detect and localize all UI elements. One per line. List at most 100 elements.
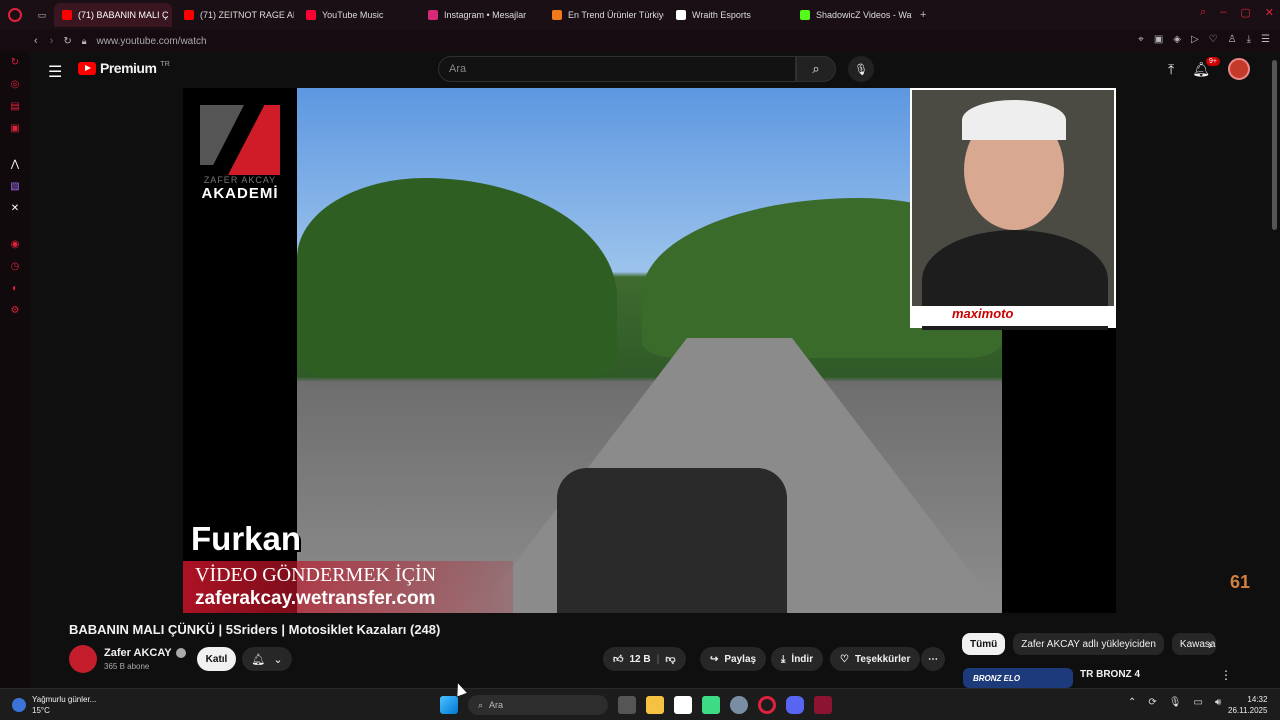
- browser-tab-bar: ▭ (71) BABANIN MALI Ç (71) ZEITNOT RAGE A…: [0, 0, 1280, 30]
- motorcycle-dash: [557, 468, 787, 613]
- create-icon[interactable]: ⤒: [1168, 61, 1174, 78]
- voice-search-button[interactable]: 🎙︎: [848, 56, 874, 82]
- pinboard-icon[interactable]: ◐: [9, 282, 21, 294]
- chevron-up-icon[interactable]: ⌃: [1128, 697, 1136, 708]
- tab-label: (71) BABANIN MALI Ç: [78, 10, 169, 20]
- youtube-play-icon: [78, 61, 96, 75]
- channel-avatar[interactable]: [69, 645, 97, 673]
- settings-icon[interactable]: ⚙: [9, 304, 21, 316]
- page-scrollbar[interactable]: [1272, 60, 1277, 230]
- thumbs-up-icon: 👍︎: [613, 654, 624, 665]
- pin-icon[interactable]: ⌖: [1138, 34, 1144, 45]
- taskbar-search[interactable]: ⌕ Ara: [468, 695, 608, 715]
- notification-badge: 9+: [1206, 56, 1220, 66]
- steam-icon[interactable]: [730, 696, 748, 714]
- download-button[interactable]: ⤓ İndir: [771, 647, 824, 671]
- overlay-line2: zaferakcay.wetransfer.com: [195, 588, 436, 609]
- maximize-icon[interactable]: ▢: [1240, 6, 1250, 19]
- separator-icon: [9, 144, 21, 148]
- forward-icon[interactable]: ›: [50, 35, 54, 47]
- mic-icon: 🎙︎: [854, 63, 868, 76]
- search-tabs-icon[interactable]: ⌕: [1200, 6, 1206, 19]
- system-tray: ⌃ ⟳ 🎙︎ ▭ 🔊︎: [1128, 697, 1221, 708]
- twitch-icon[interactable]: ▧: [9, 180, 21, 192]
- shield-icon[interactable]: ◈: [1173, 34, 1181, 45]
- new-tab-icon[interactable]: +: [920, 9, 926, 21]
- youtube-logo[interactable]: Premium TR: [78, 60, 170, 76]
- account-avatar[interactable]: [1228, 58, 1250, 80]
- whatsapp-icon[interactable]: ▣: [9, 122, 21, 134]
- weather-widget[interactable]: Yağmurlu günler... 15°C: [12, 694, 96, 716]
- recommended-thumbnail[interactable]: BRONZ ELO: [963, 668, 1073, 688]
- browser-tab[interactable]: YouTube Music: [298, 3, 416, 27]
- screenshot-icon[interactable]: ▣: [1154, 34, 1163, 45]
- file-explorer-icon[interactable]: [646, 696, 664, 714]
- notifications-button[interactable]: 🔔︎ 9+: [1192, 56, 1220, 78]
- bell-icon: 🔔︎: [251, 653, 266, 666]
- easy-setup-icon[interactable]: ☰: [1261, 34, 1270, 45]
- subscription-bell-button[interactable]: 🔔︎ ⌄: [242, 647, 292, 671]
- channel-watermark[interactable]: 61: [1230, 572, 1250, 593]
- minimize-icon[interactable]: –: [1220, 6, 1226, 19]
- clock[interactable]: 14:32 26.11.2025: [1228, 694, 1267, 716]
- browser-tab[interactable]: ShadowicZ Videos - Watc: [792, 3, 912, 27]
- clock-icon[interactable]: ◷: [9, 260, 21, 272]
- discord-icon[interactable]: [786, 696, 804, 714]
- presenter-hair: [962, 100, 1066, 140]
- x-icon[interactable]: ✕: [9, 202, 21, 214]
- close-window-icon[interactable]: ✕: [1265, 6, 1274, 19]
- chevron-right-icon[interactable]: ›: [1208, 637, 1212, 652]
- browser-tab[interactable]: En Trend Ürünler Türkiye: [544, 3, 664, 27]
- opera-menu-icon[interactable]: [0, 0, 30, 30]
- browser-tab[interactable]: Instagram • Mesajlar: [420, 3, 540, 27]
- search-button[interactable]: ⌕: [796, 56, 836, 82]
- display-icon[interactable]: ▭: [1193, 697, 1202, 708]
- workspaces-icon[interactable]: ▭: [30, 10, 54, 21]
- opera-gx-icon[interactable]: [758, 696, 776, 714]
- overlay-line1: VİDEO GÖNDERMEK İÇİN: [195, 564, 437, 586]
- taskbar-search-label: Ara: [489, 700, 504, 710]
- start-icon[interactable]: [440, 696, 458, 714]
- history-icon[interactable]: ↻: [9, 56, 21, 68]
- thumbs-down-icon[interactable]: 👎︎: [665, 653, 675, 665]
- chip-from-uploader[interactable]: Zafer AKCAY adlı yükleyiciden: [1013, 633, 1164, 655]
- separator-icon: [9, 224, 21, 228]
- ai-icon[interactable]: ◎: [9, 78, 21, 90]
- browser-tab[interactable]: Wraith Esports: [668, 3, 788, 27]
- volume-icon[interactable]: 🔊︎: [1215, 697, 1221, 708]
- mic-icon[interactable]: 🎙︎: [1169, 697, 1182, 708]
- thanks-button[interactable]: ♡ Teşekkürler: [830, 647, 921, 671]
- heart-icon[interactable]: ♡: [1209, 34, 1218, 45]
- player-icon[interactable]: ◉: [9, 238, 21, 250]
- channel-name[interactable]: Zafer AKCAY: [104, 647, 172, 659]
- menu-icon[interactable]: ☰: [48, 62, 62, 82]
- aria-icon[interactable]: ⋀: [9, 158, 21, 170]
- app-icon[interactable]: [814, 696, 832, 714]
- task-view-icon[interactable]: [618, 696, 636, 714]
- back-icon[interactable]: ‹: [34, 35, 38, 47]
- sync-icon[interactable]: ⟳: [1148, 697, 1156, 708]
- search-input[interactable]: Ara: [438, 56, 796, 82]
- trees-left: [297, 178, 617, 378]
- browser-tab[interactable]: (71) ZEITNOT RAGE ANLA: [176, 3, 294, 27]
- browser-tab[interactable]: (71) BABANIN MALI Ç: [54, 3, 172, 27]
- join-button[interactable]: Katıl: [197, 647, 236, 671]
- download-icon[interactable]: ⤓: [1247, 34, 1251, 45]
- android-app-icon[interactable]: [702, 696, 720, 714]
- share-button[interactable]: ↪ Paylaş: [700, 647, 767, 671]
- messenger-icon[interactable]: ▤: [9, 100, 21, 112]
- tab-favicon-icon: [184, 10, 194, 20]
- capcut-icon[interactable]: [674, 696, 692, 714]
- send-icon[interactable]: ▷: [1191, 34, 1199, 45]
- tab-favicon-icon: [552, 10, 562, 20]
- url-field[interactable]: www.youtube.com/watch: [97, 36, 207, 47]
- reload-icon[interactable]: ↻: [63, 36, 71, 47]
- chip-all[interactable]: Tümü: [962, 633, 1006, 655]
- channel-name-row[interactable]: Zafer AKCAY: [104, 647, 186, 659]
- more-vert-icon[interactable]: ⋮: [1220, 668, 1232, 682]
- account-icon[interactable]: ♙: [1228, 34, 1237, 45]
- like-button[interactable]: 👍︎ 12 B | 👎︎: [603, 647, 686, 671]
- video-player[interactable]: ZAFER AKCAY AKADEMİ maximoto Furkan VİDE…: [183, 88, 1116, 613]
- more-actions-button[interactable]: ⋯: [921, 647, 945, 671]
- recommended-title[interactable]: TR BRONZ 4: [1080, 669, 1140, 680]
